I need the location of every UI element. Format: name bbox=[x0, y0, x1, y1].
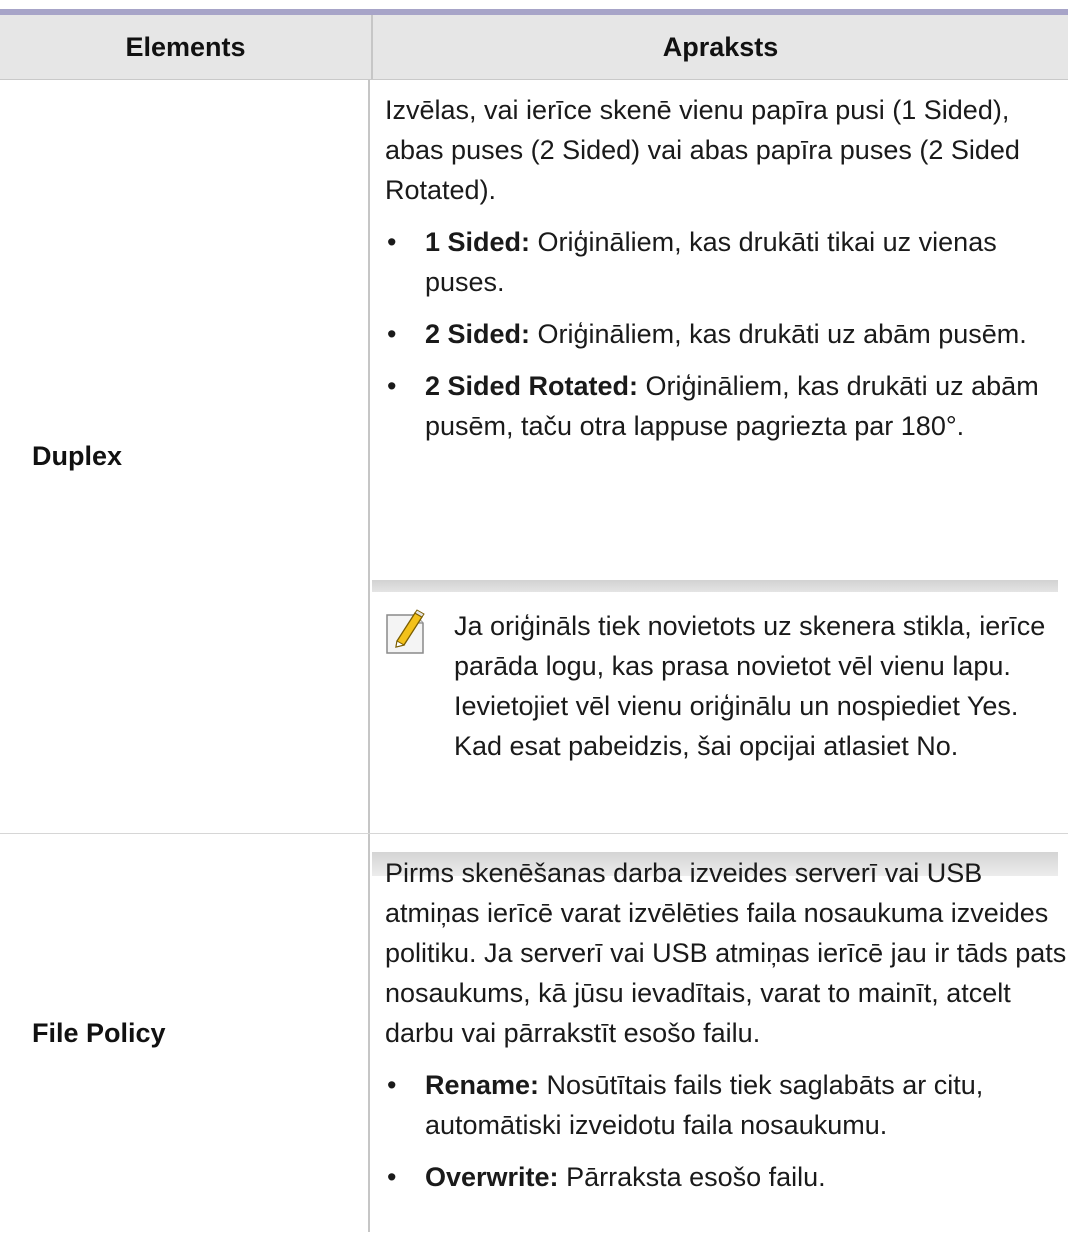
option-term: Rename: bbox=[425, 1070, 540, 1100]
list-item: • Overwrite: Pārraksta esošo failu. bbox=[385, 1157, 1068, 1197]
note-pencil-icon bbox=[386, 609, 425, 654]
list-item: • 2 Sided: Oriģināliem, kas drukāti uz a… bbox=[385, 314, 1068, 354]
list-item: • Rename: Nosūtītais fails tiek saglabāt… bbox=[385, 1065, 1068, 1145]
option-text: Oriģināliem, kas drukāti uz abām pusēm. bbox=[530, 319, 1027, 349]
note-text: Ja oriģināls tiek novietots uz skenera s… bbox=[454, 611, 1046, 761]
option-term: 2 Sided Rotated: bbox=[425, 371, 639, 401]
bullet-icon: • bbox=[387, 1070, 397, 1100]
file-policy-options-list: • Rename: Nosūtītais fails tiek saglabāt… bbox=[385, 1065, 1068, 1197]
description-file-policy: Pirms skenēšanas darba izveides serverī … bbox=[370, 834, 1068, 1232]
duplex-options-list: • 1 Sided: Oriģināliem, kas drukāti tika… bbox=[385, 222, 1068, 446]
bullet-icon: • bbox=[387, 227, 397, 257]
option-text: Pārraksta esošo failu. bbox=[558, 1162, 826, 1192]
bullet-icon: • bbox=[387, 1162, 397, 1192]
duplex-intro: Izvēlas, vai ierīce skenē vienu papīra p… bbox=[385, 95, 1020, 205]
bullet-icon: • bbox=[387, 319, 397, 349]
file-policy-intro: Pirms skenēšanas darba izveides serverī … bbox=[385, 858, 1067, 1048]
table-header-row: Elements Apraksts bbox=[0, 15, 1068, 80]
option-term: 1 Sided: bbox=[425, 227, 531, 257]
element-name-duplex: Duplex bbox=[0, 80, 370, 833]
bullet-icon: • bbox=[387, 371, 397, 401]
options-table: Elements Apraksts Duplex Izvēlas, vai ie… bbox=[0, 9, 1068, 1232]
list-item: • 1 Sided: Oriģināliem, kas drukāti tika… bbox=[385, 222, 1068, 302]
list-item: • 2 Sided Rotated: Oriģināliem, kas druk… bbox=[385, 366, 1068, 446]
option-term: 2 Sided: bbox=[425, 319, 531, 349]
note-top-bar bbox=[372, 580, 1058, 592]
element-name-file-policy: File Policy bbox=[0, 834, 370, 1232]
table-row-file-policy: File Policy Pirms skenēšanas darba izvei… bbox=[0, 834, 1068, 1232]
option-term: Overwrite: bbox=[425, 1162, 559, 1192]
header-elements: Elements bbox=[0, 15, 373, 79]
header-apraksts: Apraksts bbox=[662, 31, 779, 62]
